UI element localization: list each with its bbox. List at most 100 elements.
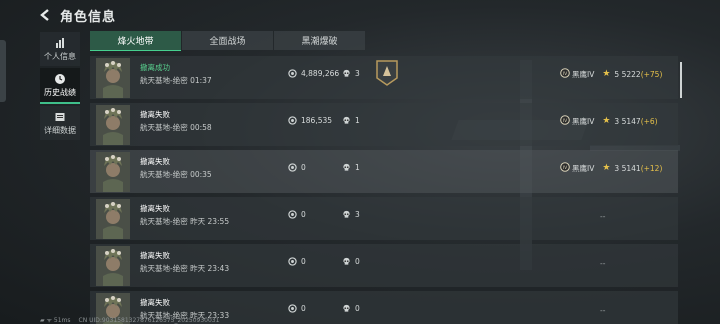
- money-value: 0: [301, 210, 306, 219]
- match-map-time: 航天基地-绝密 00:58: [140, 123, 212, 132]
- money-value: 186,535: [301, 116, 333, 125]
- ping-indicator: ▰ ᯤ 51ms: [40, 317, 71, 324]
- footer: ▰ ᯤ 51ms CN UID:9031581327876126575_2025…: [40, 316, 219, 324]
- kill-count: 1: [355, 116, 360, 125]
- money-value: 0: [301, 257, 306, 266]
- skull-icon: [342, 304, 355, 313]
- kill-info: 3: [342, 210, 360, 219]
- match-map-time: 航天基地-绝密 01:37: [140, 76, 212, 85]
- coin-icon: [288, 210, 301, 219]
- rank-name: 黑鹰IV: [572, 163, 595, 173]
- rank-delta: (+12): [640, 163, 663, 173]
- rank-name: 黑鹰IV: [572, 116, 595, 126]
- tab-black-tide[interactable]: 黑潮爆破: [274, 31, 365, 50]
- value-info: 0: [288, 163, 306, 172]
- coin-icon: [288, 163, 301, 172]
- rank-stars: 5: [614, 69, 620, 79]
- rank-score: 5147: [621, 116, 641, 126]
- money-value: 0: [301, 163, 306, 172]
- match-result: 撤离失败: [140, 110, 170, 119]
- match-map-time: 航天基地-绝密 昨天 23:55: [140, 217, 230, 226]
- edge-handle[interactable]: [0, 40, 6, 102]
- match-result: 撤离失败: [140, 251, 170, 260]
- match-row[interactable]: 撤离失败航天基地-绝密 00:58 186,535 1 IV 黑鹰IV ★ 3 5147 (+…: [90, 103, 678, 146]
- value-info: 186,535: [288, 116, 332, 125]
- value-info: 0: [288, 304, 306, 313]
- kill-count: 1: [355, 163, 360, 172]
- skull-icon: [342, 210, 355, 219]
- skull-icon: [342, 69, 355, 78]
- kill-info: 1: [342, 163, 360, 172]
- sidebar-item-label: 个人信息: [44, 51, 76, 61]
- kill-count: 3: [355, 69, 360, 78]
- match-result: 撤离失败: [140, 204, 170, 213]
- kill-info: 3: [342, 69, 360, 78]
- rank-info: IV 黑鹰IV ★ 5 5222 (+75): [560, 68, 662, 80]
- match-map-time: 航天基地-绝密 昨天 23:43: [140, 264, 230, 273]
- rank-name: 黑鹰IV: [572, 69, 595, 79]
- sidebar-item-label: 历史战绩: [44, 87, 76, 97]
- match-row[interactable]: 撤离失败 航天基地-绝密 00:35 0 1 IV 黑鹰IV ★ 3 5141 (+12): [90, 150, 678, 193]
- ping-value: 51ms: [53, 317, 71, 324]
- kill-count: 3: [355, 210, 360, 219]
- sidebar-item-history[interactable]: 历史战绩: [40, 68, 80, 104]
- back-arrow-icon[interactable]: [38, 8, 52, 22]
- star-icon: ★: [602, 69, 611, 79]
- match-row[interactable]: 撤离失败航天基地-绝密 昨天 23:43 0 0 --: [90, 244, 678, 287]
- rank-stars: 3: [614, 116, 620, 126]
- sidebar-item-detailed-data[interactable]: 详细数据: [40, 106, 80, 140]
- rank-empty: --: [600, 259, 606, 268]
- scrollbar[interactable]: [680, 62, 682, 98]
- uid-text: CN UID:9031581327876126575_20250930031: [78, 316, 220, 324]
- match-row[interactable]: 撤离成功航天基地-绝密 01:37 4,889,266 3 IV 黑鹰IV ★ 5 5222…: [90, 56, 678, 99]
- money-value: 0: [301, 304, 306, 313]
- bar-chart-icon: [56, 37, 64, 48]
- rank-score: 5141: [621, 163, 641, 173]
- document-icon: [55, 112, 65, 121]
- sidebar-item-label: 详细数据: [44, 125, 76, 135]
- rank-badge-icon: IV: [560, 68, 572, 80]
- star-icon: ★: [602, 116, 611, 126]
- rank-info: IV 黑鹰IV ★ 3 5147 (+6): [560, 115, 658, 127]
- rank-score: 5222: [621, 69, 641, 79]
- star-icon: ★: [602, 163, 611, 173]
- value-info: 0: [288, 210, 306, 219]
- extraction-medal-icon: [376, 60, 398, 86]
- page-title: 角色信息: [60, 9, 117, 25]
- value-info: 0: [288, 257, 306, 266]
- kill-count: 0: [355, 257, 360, 266]
- coin-icon: [288, 69, 301, 78]
- match-result: 撤离成功: [140, 63, 170, 72]
- rank-badge-icon: IV: [560, 162, 572, 174]
- coin-icon: [288, 257, 301, 266]
- value-info: 4,889,266: [288, 69, 339, 78]
- kill-info: 0: [342, 304, 360, 313]
- rank-info: IV 黑鹰IV ★ 3 5141 (+12): [560, 162, 662, 174]
- rank-badge-icon: IV: [560, 115, 572, 127]
- side-nav: 个人信息 历史战绩 详细数据: [40, 32, 82, 142]
- rank-delta: (+6): [640, 116, 658, 126]
- sidebar-item-personal-info[interactable]: 个人信息: [40, 32, 80, 66]
- money-value: 4,889,266: [301, 69, 340, 78]
- clock-icon: [55, 73, 65, 84]
- skull-icon: [342, 257, 355, 266]
- skull-icon: [342, 116, 355, 125]
- tab-fenghuo[interactable]: 烽火地带: [90, 31, 181, 51]
- header: 角色信息: [38, 5, 116, 25]
- tab-full-battlefield[interactable]: 全面战场: [182, 31, 273, 50]
- rank-empty: --: [600, 212, 606, 221]
- match-result: 撤离失败: [140, 157, 170, 166]
- rank-delta: (+75): [640, 69, 663, 79]
- rank-empty: --: [600, 306, 606, 315]
- kill-count: 0: [355, 304, 360, 313]
- mode-tabs: 烽火地带 全面战场 黑潮爆破: [90, 31, 366, 51]
- match-map-time: 航天基地-绝密 00:35: [140, 170, 212, 179]
- skull-icon: [342, 163, 355, 172]
- kill-info: 0: [342, 257, 360, 266]
- match-row[interactable]: 撤离失败航天基地-绝密 昨天 23:55 0 3 --: [90, 197, 678, 240]
- coin-icon: [288, 116, 301, 125]
- kill-info: 1: [342, 116, 360, 125]
- match-history-list: 撤离成功 航天基地-绝密 01:37 4,889,266 3 IV 黑鹰IV ★ 5 5222…: [90, 56, 678, 324]
- coin-icon: [288, 304, 301, 313]
- match-result: 撤离失败: [140, 298, 170, 307]
